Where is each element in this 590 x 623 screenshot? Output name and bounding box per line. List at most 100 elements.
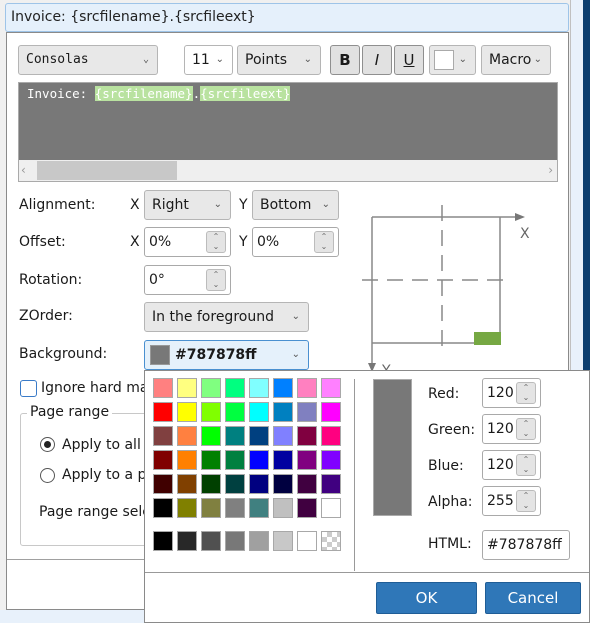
horizontal-scrollbar[interactable]: ‹ › — [19, 160, 557, 181]
zorder-combo[interactable]: In the foreground ⌄ — [144, 302, 309, 332]
color-swatch[interactable] — [177, 450, 197, 470]
color-swatch[interactable] — [321, 426, 341, 446]
blue-spinbox[interactable]: 120 ⌃ ⌄ — [482, 450, 541, 480]
scroll-right-icon[interactable]: › — [548, 163, 553, 177]
alpha-spinbox[interactable]: 255 ⌃ ⌄ — [482, 486, 541, 516]
color-swatch[interactable] — [177, 426, 197, 446]
spin-arrows-icon[interactable]: ⌃ ⌄ — [516, 382, 536, 404]
apply-partial-label: Apply to a p — [62, 467, 147, 483]
color-swatch[interactable] — [225, 402, 245, 422]
spin-arrows-icon[interactable]: ⌃ ⌄ — [516, 490, 536, 512]
color-swatch[interactable] — [297, 402, 317, 422]
color-swatch[interactable] — [273, 474, 293, 494]
color-swatch[interactable] — [321, 450, 341, 470]
color-swatch[interactable] — [201, 378, 221, 398]
color-swatch[interactable] — [321, 378, 341, 398]
color-swatch[interactable] — [177, 498, 197, 518]
macro-token: {srcfilename} — [94, 86, 193, 101]
color-swatch[interactable] — [177, 474, 197, 494]
radio-dot — [44, 441, 51, 448]
color-swatch[interactable] — [273, 450, 293, 470]
apply-partial-radio[interactable] — [40, 468, 55, 483]
offset-x-spinbox[interactable]: 0% ⌃ ⌄ — [144, 227, 231, 257]
red-spinbox[interactable]: 120 ⌃ ⌄ — [482, 378, 541, 408]
background-color-combo[interactable]: #787878ff ⌄ — [144, 340, 309, 370]
color-swatch[interactable] — [153, 450, 173, 470]
color-swatch[interactable] — [273, 378, 293, 398]
color-swatch[interactable] — [153, 498, 173, 518]
color-swatch[interactable] — [249, 531, 269, 551]
scroll-left-icon[interactable]: ‹ — [21, 163, 26, 177]
color-swatch[interactable] — [201, 474, 221, 494]
underline-button[interactable]: U — [394, 45, 424, 75]
color-swatch[interactable] — [225, 498, 245, 518]
color-swatch[interactable] — [201, 531, 221, 551]
color-swatch[interactable] — [201, 402, 221, 422]
color-swatch[interactable] — [153, 378, 173, 398]
color-swatch[interactable] — [201, 426, 221, 446]
html-color-input[interactable]: #787878ff — [482, 530, 570, 560]
color-swatch[interactable] — [249, 402, 269, 422]
color-swatch[interactable] — [321, 531, 341, 551]
color-swatch[interactable] — [201, 498, 221, 518]
apply-all-radio[interactable] — [40, 437, 55, 452]
footer-divider — [7, 559, 147, 560]
color-swatch[interactable] — [297, 474, 317, 494]
color-swatch[interactable] — [153, 402, 173, 422]
color-swatch[interactable] — [297, 450, 317, 470]
color-swatch[interactable] — [153, 531, 173, 551]
spin-arrows-icon[interactable]: ⌃ ⌄ — [206, 269, 226, 291]
color-swatch[interactable] — [249, 474, 269, 494]
color-swatch[interactable] — [225, 426, 245, 446]
color-swatch[interactable] — [321, 402, 341, 422]
color-swatch[interactable] — [177, 402, 197, 422]
offset-y-spinbox[interactable]: 0% ⌃ ⌄ — [252, 227, 339, 257]
color-swatch[interactable] — [249, 378, 269, 398]
color-swatch[interactable] — [297, 531, 317, 551]
font-size-combo[interactable]: 11 ⌄ — [184, 45, 233, 75]
color-swatch[interactable] — [177, 531, 197, 551]
alignment-x-combo[interactable]: Right ⌄ — [144, 190, 231, 220]
ignore-margins-checkbox[interactable] — [20, 380, 37, 397]
ignore-margins-label: Ignore hard ma — [41, 380, 149, 396]
background-color-value: #787878ff — [175, 347, 257, 363]
color-swatch[interactable] — [297, 426, 317, 446]
background-label: Background: — [19, 346, 108, 362]
color-swatch[interactable] — [249, 498, 269, 518]
color-swatch[interactable] — [297, 498, 317, 518]
spin-arrows-icon[interactable]: ⌃ ⌄ — [314, 231, 334, 253]
color-swatch[interactable] — [225, 378, 245, 398]
italic-button[interactable]: I — [362, 45, 392, 75]
color-swatch[interactable] — [201, 450, 221, 470]
spin-arrows-icon[interactable]: ⌃ ⌄ — [516, 454, 536, 476]
color-swatch[interactable] — [225, 450, 245, 470]
spin-arrows-icon[interactable]: ⌃ ⌄ — [516, 418, 536, 440]
scrollbar-thumb[interactable] — [37, 161, 177, 180]
bold-button[interactable]: B — [330, 45, 360, 75]
color-swatch[interactable] — [273, 498, 293, 518]
watermark-list-item[interactable]: Invoice: {srcfilename}.{srcfileext} — [5, 3, 569, 32]
color-swatch[interactable] — [249, 450, 269, 470]
color-swatch[interactable] — [321, 498, 341, 518]
alignment-y-combo[interactable]: Bottom ⌄ — [252, 190, 339, 220]
font-combo[interactable]: Consolas ⌄ — [18, 45, 158, 75]
unit-combo[interactable]: Points ⌄ — [237, 45, 321, 75]
cancel-button[interactable]: Cancel — [485, 582, 581, 614]
rotation-spinbox[interactable]: 0° ⌃ ⌄ — [144, 265, 231, 295]
green-spinbox[interactable]: 120 ⌃ ⌄ — [482, 414, 541, 444]
color-swatch[interactable] — [225, 531, 245, 551]
color-swatch[interactable] — [153, 474, 173, 494]
color-swatch[interactable] — [321, 474, 341, 494]
color-swatch[interactable] — [177, 378, 197, 398]
color-swatch[interactable] — [273, 426, 293, 446]
color-swatch[interactable] — [273, 402, 293, 422]
color-swatch[interactable] — [153, 426, 173, 446]
text-color-button[interactable]: ⌄ — [429, 45, 476, 75]
spin-arrows-icon[interactable]: ⌃ ⌄ — [206, 231, 226, 253]
color-swatch[interactable] — [273, 531, 293, 551]
macro-button[interactable]: Macro ⌄ — [481, 45, 551, 75]
color-swatch[interactable] — [225, 474, 245, 494]
color-swatch[interactable] — [249, 426, 269, 446]
ok-button[interactable]: OK — [376, 582, 477, 614]
color-swatch[interactable] — [297, 378, 317, 398]
